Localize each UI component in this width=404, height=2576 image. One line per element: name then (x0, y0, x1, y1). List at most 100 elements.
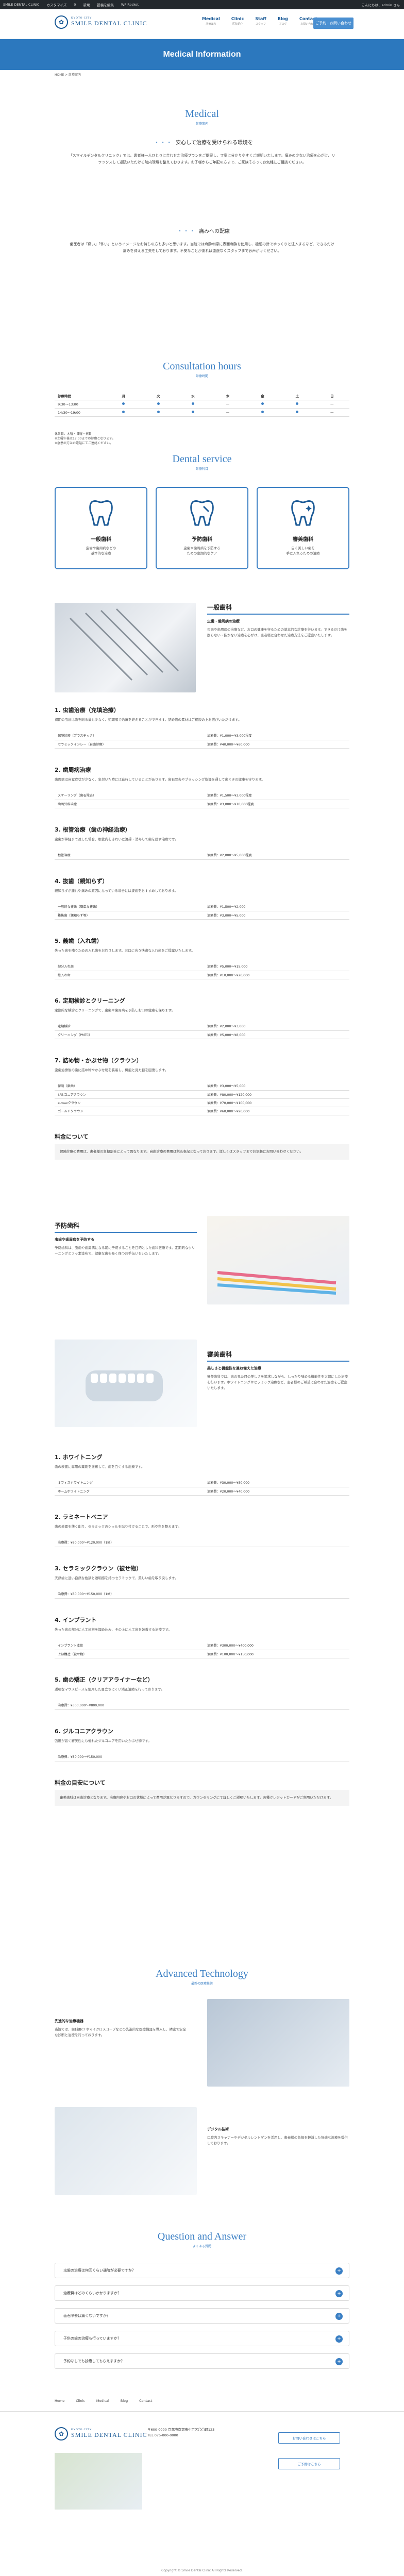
admin-bar-item[interactable]: 新規 (83, 2, 90, 7)
item-description: 歯の表面を薄く削り、セラミックのシェルを貼り付けることで、形や色を整えます。 (55, 1524, 181, 1529)
admin-bar-item[interactable]: 0 (74, 3, 76, 7)
footer-reserve-button[interactable]: ご予約はこちら (278, 2458, 340, 2469)
item-description: 初期の虫歯は歯を削る量も少なく、短期間で治療を終えることができます。詰め物の素材… (55, 718, 242, 722)
hours-row: 9:30〜13:00— — (55, 400, 349, 409)
price-row: ジルコニアクラウン 治療費：¥80,000〜¥120,000 (55, 1090, 349, 1099)
item-heading: 7. 詰め物・かぶせ物（クラウン） (55, 1057, 142, 1064)
medical-paragraph-1: 「スマイルデンタルクリニック」では、患者様一人ひとりに合わせた治療プランをご提案… (69, 154, 335, 164)
price-row: 保険診療（プラスチック） 治療費：¥1,000〜¥3,000程度 (55, 732, 349, 740)
logo[interactable]: ✿ KYOTO CITY SMILE DENTAL CLINIC (55, 15, 147, 29)
section-title-hours: Consultation hours 診療時間 (163, 361, 241, 378)
price-table: 治療費：¥80,000〜¥150,000（1歯） (55, 1590, 349, 1599)
dentist-working-photo (207, 1999, 349, 2087)
qa-item[interactable]: 子供の歯の治療も行っていますか？ + (55, 2331, 349, 2346)
price-row: 保険（銀歯） 治療費：¥3,000〜¥5,000 (55, 1082, 349, 1091)
item-heading: 2. 歯周病治療 (55, 767, 91, 773)
item-description: 虫歯が神経まで達した場合、根管内をきれいに清掃・消毒して歯を残す治療です。 (55, 837, 178, 841)
item-heading: 3. 根管治療（歯の神経治療） (55, 826, 131, 833)
page-hero: Medical Information (0, 39, 404, 70)
breadcrumb[interactable]: HOME > 診療案内 (55, 72, 81, 77)
service-card-prevention[interactable]: 予防歯科 虫歯や歯周病を予防する ための定期的なケア (156, 487, 248, 569)
service-cards: 一般歯科 虫歯や歯周病などの 基本的な治療 予防歯科 虫歯や歯周病を予防する た… (55, 487, 349, 569)
admin-bar-item[interactable]: カスタマイズ (46, 2, 66, 7)
prevention-intro: 予防歯科 虫歯や歯周病を予防する 予防歯科は、虫歯や歯周病になる前に予防すること… (55, 1221, 197, 1257)
admin-bar-user[interactable]: こんにちは、admin さん (362, 2, 404, 7)
nav-item-staff[interactable]: Staff スタッフ (255, 16, 266, 26)
price-table: 治療費：¥80,000〜¥120,000（1歯） (55, 1538, 349, 1547)
technology-block-1: 先進的な治療機器 当院では、歯科用CTやマイクロスコープなどの先進的な医療機器を… (55, 2019, 186, 2037)
footer-nav-item[interactable]: Medical (96, 2399, 109, 2403)
tooth-logo-icon: ✿ (55, 2427, 68, 2441)
footer-nav-item[interactable]: Blog (121, 2399, 128, 2403)
open-dot-icon (192, 411, 195, 413)
admin-bar-item[interactable]: SMILE DENTAL CLINIC (3, 3, 39, 7)
price-table: 定期検診 治療費：¥2,000〜¥3,000 クリーニング（PMTC） 治療費：¥5,… (55, 1022, 349, 1039)
nav-item-blog[interactable]: Blog ブログ (278, 16, 288, 26)
closed-mark: — (314, 400, 349, 409)
plus-icon[interactable]: + (335, 2267, 343, 2275)
footer-nav: Home Clinic Medical Blog Contact (55, 2399, 152, 2403)
medical-paragraph-2: 歯医者は「痛い」「怖い」というイメージをお持ちの方も多いと思います。当院では麻酔… (70, 242, 334, 253)
admin-bar-item[interactable]: WP Rocket (121, 3, 139, 7)
technology-block-2: デジタル技術 口腔内スキャナーやデジタルレントゲンを活用し、患者様の負担を軽減し… (207, 2127, 348, 2145)
price-table: 部分入れ歯 治療費：¥5,000〜¥15,000 総入れ歯 治療費：¥10,000〜¥… (55, 962, 349, 979)
price-row: 上部構造（被せ物） 治療費：¥100,000〜¥150,000 (55, 1650, 349, 1658)
service-card-aesthetic[interactable]: 審美歯科 白く美しい歯を 手に入れるための治療 (257, 487, 349, 569)
plus-icon[interactable]: + (335, 2335, 343, 2343)
tooth-logo-icon: ✿ (55, 15, 68, 29)
qa-item[interactable]: 虫歯の治療は何回くらい通院が必要ですか？ + (55, 2263, 349, 2278)
footer-contact-button[interactable]: お問い合わせはこちら (278, 2432, 340, 2444)
page-title: Medical Information (163, 50, 241, 59)
price-row: 定期検診 治療費：¥2,000〜¥3,000 (55, 1022, 349, 1031)
reservation-button[interactable]: ご予約・お問い合わせ (313, 18, 354, 29)
qa-item[interactable]: 治療費はどのくらいかかりますか？ + (55, 2285, 349, 2301)
fee-note: 保険診療の費用は、患者様の負担割合によって異なります。自由診療の費用は税込表記と… (55, 1144, 349, 1160)
open-dot-icon (122, 411, 125, 413)
price-row: 一般的な抜歯（簡単な抜歯） 治療費：¥1,500〜¥2,000 (55, 903, 349, 911)
price-row: 治療費：¥300,000〜¥800,000 (55, 1701, 349, 1710)
open-dot-icon (261, 402, 264, 405)
dental-model-photo (55, 1340, 197, 1427)
item-description: 歯周病は自覚症状が少なく、気付いた時には進行していることがあります。歯石除去やブ… (55, 777, 265, 782)
price-row: 治療費：¥80,000〜¥150,000（1歯） (55, 1590, 349, 1599)
item-heading: 5. 歯の矯正（クリアアライナーなど） (55, 1676, 154, 1683)
open-dot-icon (122, 402, 125, 405)
price-row: ホームホワイトニング 治療費：¥20,000〜¥40,000 (55, 1487, 349, 1496)
service-card-general[interactable]: 一般歯科 虫歯や歯周病などの 基本的な治療 (55, 487, 147, 569)
price-row: 総入れ歯 治療費：¥10,000〜¥20,000 (55, 971, 349, 979)
open-dot-icon (192, 402, 195, 405)
open-dot-icon (157, 402, 160, 405)
aesthetic-intro: 審美歯科 美しさと機能性を兼ね備えた治療 審美歯科では、歯の見た目の美しさを追求… (207, 1350, 349, 1391)
plus-icon[interactable]: + (335, 2290, 343, 2297)
plus-icon[interactable]: + (335, 2313, 343, 2320)
hours-table: 診療時間 月火水 木金土日 9:30〜13:00— — 14:30〜19:00— — (55, 392, 349, 417)
tooth-icon (89, 500, 113, 526)
nav-item-clinic[interactable]: Clinic 医院紹介 (231, 16, 244, 26)
hours-row: 14:30〜19:00— — (55, 408, 349, 417)
closed-mark: — (314, 408, 349, 417)
footer-nav-item[interactable]: Clinic (76, 2399, 85, 2403)
section-title-qa: Question and Answer よくある質問 (157, 2231, 247, 2248)
medical-subtitle-1: ・・・ 安心して治療を受けられる環境を (154, 140, 253, 146)
admin-bar-item[interactable]: 投稿を編集 (97, 2, 114, 7)
nav-item-medical[interactable]: Medical 診療案内 (202, 16, 220, 26)
toothbrush-icon (190, 500, 214, 526)
price-table: 治療費：¥300,000〜¥800,000 (55, 1701, 349, 1710)
footer-address: 〒600-0000 京都府京都市中京区〇〇町123 TEL 075-000-00… (147, 2428, 215, 2437)
item-heading: 5. 義歯（入れ歯） (55, 938, 103, 944)
footer-nav-item[interactable]: Contact (139, 2399, 152, 2403)
item-heading: 4. インプラント (55, 1617, 97, 1623)
clinic-interior-photo (55, 2107, 197, 2195)
qa-item[interactable]: 歯石除去は痛くないですか？ + (55, 2308, 349, 2324)
fee-heading: 料金について (55, 1133, 89, 1140)
item-heading: 3. セラミッククラウン（被せ物） (55, 1565, 142, 1572)
site-header: ✿ KYOTO CITY SMILE DENTAL CLINIC Medical… (0, 9, 404, 39)
price-row: オフィスホワイトニング 治療費：¥30,000〜¥50,000 (55, 1479, 349, 1487)
footer-nav-item[interactable]: Home (55, 2399, 64, 2403)
footer-logo[interactable]: ✿ KYOTO CITY SMILE DENTAL CLINIC (55, 2427, 147, 2441)
plus-icon[interactable]: + (335, 2358, 343, 2365)
map[interactable] (55, 2453, 142, 2510)
qa-item[interactable]: 予約なしでも診療してもらえますか？ + (55, 2353, 349, 2369)
item-heading: 2. ラミネートベニア (55, 1514, 108, 1520)
price-row: ゴールドクラウン 治療費：¥60,000〜¥90,000 (55, 1107, 349, 1115)
